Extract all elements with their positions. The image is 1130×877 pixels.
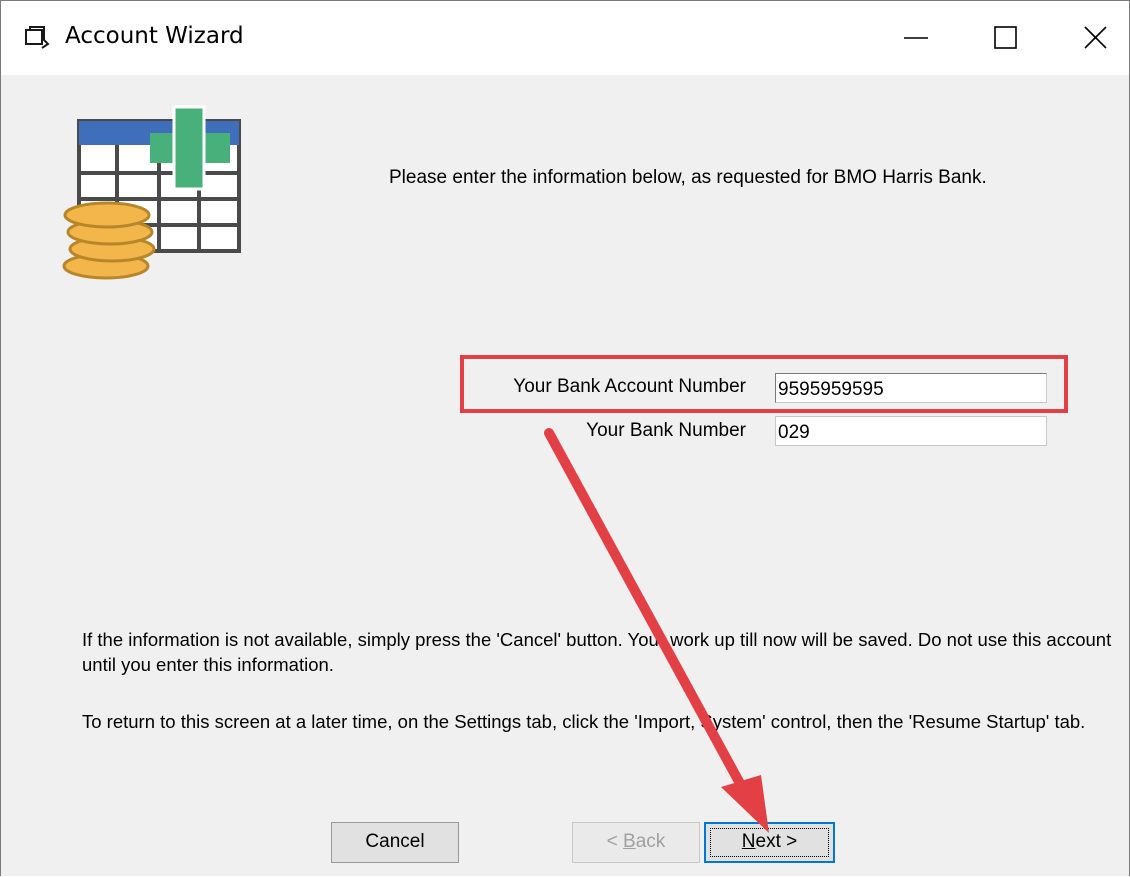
- account-wizard-window: Account Wizard Please enter the informat…: [0, 0, 1130, 876]
- next-button-rest: ext >: [755, 831, 798, 852]
- close-button[interactable]: [1051, 1, 1129, 75]
- account-table-coins-plus-icon: [62, 105, 241, 280]
- close-icon: [1084, 26, 1107, 49]
- info-paragraph-cancel: If the information is not available, sim…: [82, 629, 1112, 675]
- intro-text: Please enter the information below, as r…: [389, 167, 987, 188]
- next-button-mnemonic: N: [741, 831, 756, 852]
- wizard-content: Please enter the information below, as r…: [1, 75, 1129, 876]
- maximize-button[interactable]: [961, 1, 1051, 75]
- maximize-icon: [994, 26, 1017, 49]
- wizard-window-icon: [25, 26, 50, 49]
- back-button[interactable]: < Back: [572, 822, 700, 863]
- bank-number-input[interactable]: [775, 416, 1047, 446]
- window-title: Account Wizard: [65, 23, 244, 49]
- annotation-highlight-box: [460, 355, 1068, 413]
- back-button-mnemonic: B: [623, 831, 636, 852]
- minimize-button[interactable]: [871, 1, 961, 75]
- info-paragraph-resume: To return to this screen at a later time…: [82, 711, 1086, 732]
- title-bar[interactable]: Account Wizard: [1, 1, 1129, 75]
- cancel-button[interactable]: Cancel: [331, 822, 459, 863]
- bank-number-label: Your Bank Number: [586, 420, 746, 441]
- back-button-prefix: <: [606, 831, 624, 852]
- next-button[interactable]: Next >: [704, 822, 835, 863]
- back-button-rest: ack: [635, 831, 666, 852]
- minimize-icon: [904, 37, 928, 39]
